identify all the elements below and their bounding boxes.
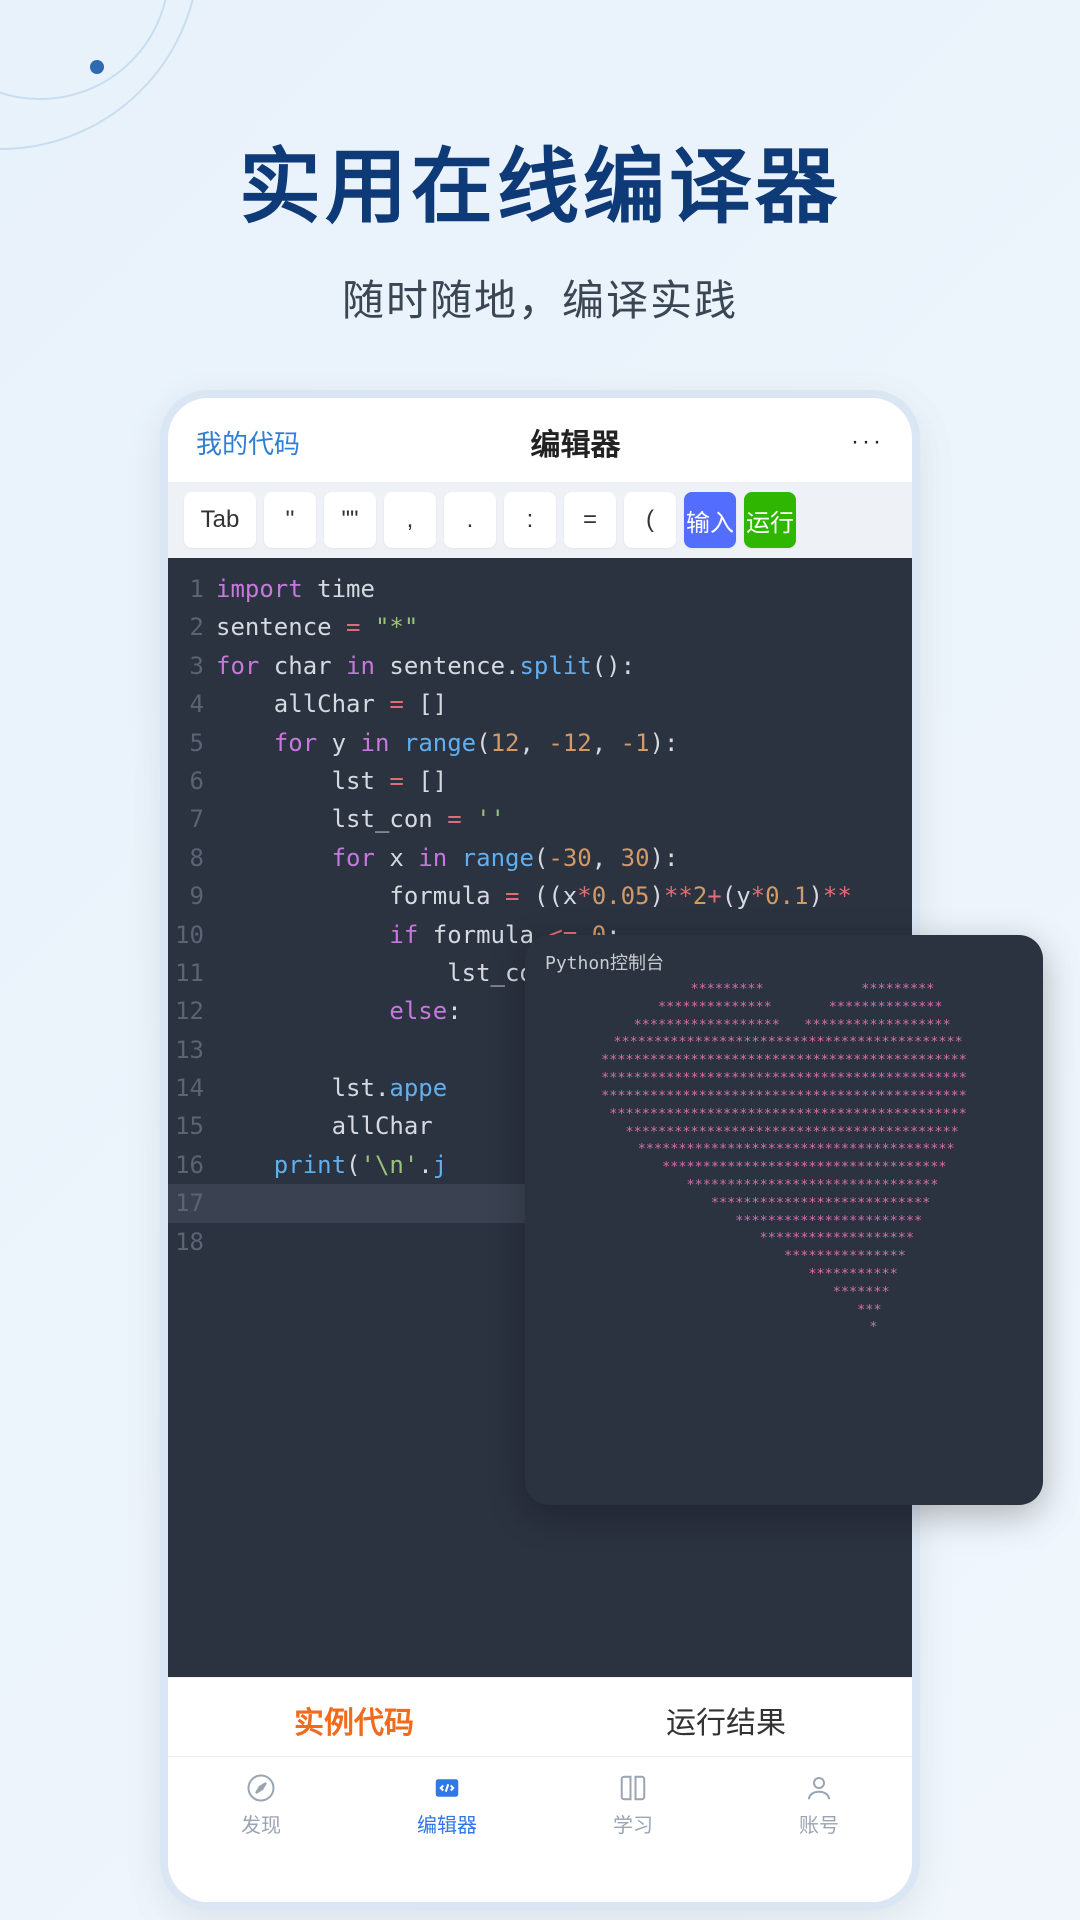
line-number: 10 (168, 916, 216, 954)
hero-subtitle: 随时随地，编译实践 (0, 267, 1080, 328)
my-code-link[interactable]: 我的代码 (196, 424, 300, 461)
line-number: 1 (168, 570, 216, 608)
line-number: 8 (168, 839, 216, 877)
key-paren[interactable]: ( (624, 492, 676, 548)
key-double-quote[interactable]: "" (324, 492, 376, 548)
compass-icon (244, 1771, 278, 1805)
code-icon (430, 1771, 464, 1805)
app-header: 我的代码 编辑器 ··· (168, 398, 912, 482)
key-single-quote[interactable]: '' (264, 492, 316, 548)
line-number: 9 (168, 877, 216, 915)
nav-label: 账号 (799, 1809, 839, 1838)
nav-editor[interactable]: 编辑器 (354, 1771, 540, 1838)
key-tab[interactable]: Tab (184, 492, 256, 548)
console-title: Python控制台 (525, 949, 1043, 981)
nav-discover[interactable]: 发现 (168, 1771, 354, 1838)
line-number: 14 (168, 1069, 216, 1107)
key-comma[interactable]: , (384, 492, 436, 548)
nav-account[interactable]: 账号 (726, 1771, 912, 1838)
line-number: 13 (168, 1031, 216, 1069)
line-number: 4 (168, 685, 216, 723)
line-number: 6 (168, 762, 216, 800)
code-line[interactable]: 3for char in sentence.split(): (168, 647, 912, 685)
nav-study[interactable]: 学习 (540, 1771, 726, 1838)
user-icon (802, 1771, 836, 1805)
nav-label: 编辑器 (417, 1809, 477, 1838)
console-panel: Python控制台 ********* ********* **********… (525, 935, 1043, 1505)
line-number: 7 (168, 800, 216, 838)
run-button[interactable]: 运行 (744, 492, 796, 548)
line-number: 12 (168, 992, 216, 1030)
book-icon (616, 1771, 650, 1805)
line-number: 2 (168, 608, 216, 646)
key-equals[interactable]: = (564, 492, 616, 548)
tab-run-result[interactable]: 运行结果 (540, 1698, 912, 1742)
code-line[interactable]: 4 allChar = [] (168, 685, 912, 723)
line-number: 16 (168, 1146, 216, 1184)
key-toolbar: Tab '' "" , . : = ( 输入 运行 (168, 482, 912, 558)
page-title: 编辑器 (531, 420, 621, 464)
key-dot[interactable]: . (444, 492, 496, 548)
code-line[interactable]: 9 formula = ((x*0.05)**2+(y*0.1)** (168, 877, 912, 915)
nav-label: 学习 (613, 1809, 653, 1838)
hero-title: 实用在线编译器 (0, 120, 1080, 239)
line-number: 15 (168, 1107, 216, 1145)
code-line[interactable]: 8 for x in range(-30, 30): (168, 839, 912, 877)
line-number: 11 (168, 954, 216, 992)
input-button[interactable]: 输入 (684, 492, 736, 548)
code-line[interactable]: 5 for y in range(12, -12, -1): (168, 724, 912, 762)
key-colon[interactable]: : (504, 492, 556, 548)
nav-bar: 发现 编辑器 学习 账号 (168, 1756, 912, 1902)
code-line[interactable]: 2sentence = "*" (168, 608, 912, 646)
tab-sample-code[interactable]: 实例代码 (168, 1698, 540, 1742)
more-icon[interactable]: ··· (851, 428, 884, 456)
bottom-tabs: 实例代码 运行结果 (168, 1677, 912, 1756)
line-number: 3 (168, 647, 216, 685)
line-number: 17 (168, 1184, 216, 1222)
line-number: 5 (168, 724, 216, 762)
code-line[interactable]: 6 lst = [] (168, 762, 912, 800)
nav-label: 发现 (241, 1809, 281, 1838)
code-line[interactable]: 7 lst_con = '' (168, 800, 912, 838)
console-output: ********* ********* ************** *****… (525, 981, 1043, 1337)
line-number: 18 (168, 1223, 216, 1261)
code-line[interactable]: 1import time (168, 570, 912, 608)
